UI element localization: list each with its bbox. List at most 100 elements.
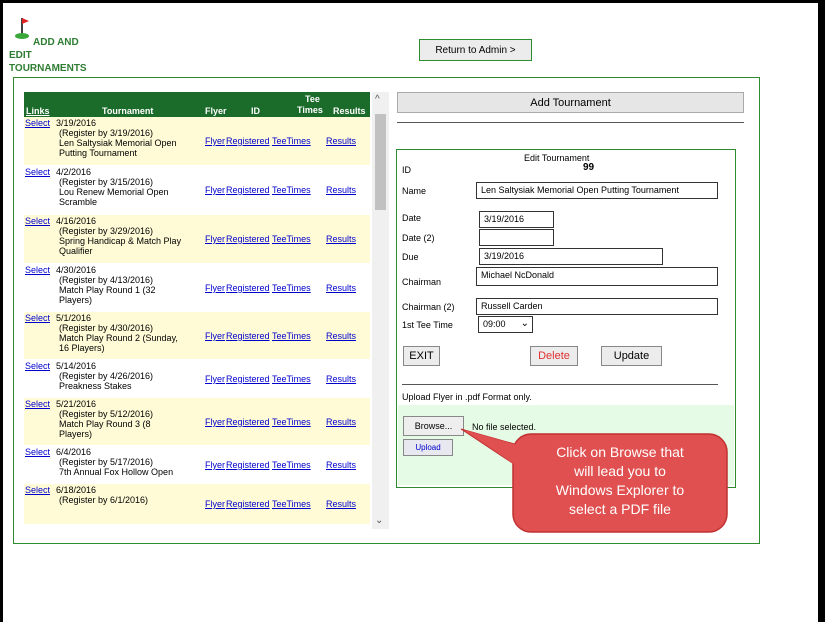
flyer-link[interactable]: Flyer [205, 499, 225, 509]
flyer-link[interactable]: Flyer [205, 185, 225, 195]
col-links[interactable]: Links [26, 106, 50, 116]
registered-link[interactable]: Registered [226, 417, 270, 427]
registered-link[interactable]: Registered [226, 499, 270, 509]
tournament-info: (Register by 6/1/2016) [59, 495, 149, 505]
date-field[interactable]: 3/19/2016 [479, 211, 554, 228]
results-link[interactable]: Results [326, 460, 356, 470]
callout-line: Windows Explorer to [555, 482, 685, 498]
results-link[interactable]: Results [326, 185, 356, 195]
teetimes-link[interactable]: TeeTimes [272, 417, 311, 427]
delete-button[interactable]: Delete [530, 346, 578, 366]
flyer-link[interactable]: Flyer [205, 460, 225, 470]
table-row: Select 5/21/2016 (Register by 5/12/2016) Ma… [24, 398, 370, 446]
id-value: 99 [583, 162, 595, 173]
select-link[interactable]: Select [25, 216, 50, 226]
select-link[interactable]: Select [25, 313, 50, 323]
select-link[interactable]: Select [25, 485, 50, 495]
results-link[interactable]: Results [326, 331, 356, 341]
tournament-info: Qualifier [59, 246, 93, 256]
tournament-info: (Register by 3/19/2016) [59, 128, 154, 138]
flyer-link[interactable]: Flyer [205, 417, 225, 427]
add-tournament-button[interactable]: Add Tournament [397, 92, 744, 113]
teetimes-link[interactable]: TeeTimes [272, 136, 311, 146]
upload-button[interactable]: Upload [403, 439, 453, 456]
teetimes-link[interactable]: TeeTimes [272, 331, 311, 341]
table-row: Select 5/14/2016 (Register by 4/26/2016) Pr… [24, 360, 370, 398]
results-link[interactable]: Results [326, 417, 356, 427]
registered-link[interactable]: Registered [226, 331, 270, 341]
tournament-info: (Register by 3/15/2016) [59, 177, 154, 187]
tee-time-select[interactable]: 09:00 ⌄ [478, 316, 533, 333]
col-id: ID [251, 106, 260, 116]
registered-link[interactable]: Registered [226, 234, 270, 244]
scroll-down-icon[interactable]: ⌄ [375, 515, 383, 526]
grid-body: Select 3/19/2016 (Register by 3/19/2016) Le… [24, 117, 370, 525]
select-link[interactable]: Select [25, 118, 50, 128]
tournament-date: 4/30/2016 [56, 265, 97, 275]
registered-link[interactable]: Registered [226, 185, 270, 195]
date2-label: Date (2) [402, 233, 435, 243]
select-link[interactable]: Select [25, 167, 50, 177]
registered-link[interactable]: Registered [226, 283, 270, 293]
registered-link[interactable]: Registered [226, 460, 270, 470]
tournament-info: Putting Tournament [59, 148, 137, 158]
tournament-info: (Register by 4/26/2016) [59, 371, 154, 381]
tournament-info: 16 Players) [59, 343, 105, 353]
registered-link[interactable]: Registered [226, 374, 270, 384]
flyer-link[interactable]: Flyer [205, 374, 225, 384]
flyer-link[interactable]: Flyer [205, 283, 225, 293]
tournament-info: (Register by 4/13/2016) [59, 275, 154, 285]
date-label: Date [402, 213, 422, 223]
exit-button[interactable]: EXIT [403, 346, 440, 366]
chairman2-field[interactable]: Russell Carden [476, 298, 718, 315]
tournament-date: 5/14/2016 [56, 361, 97, 371]
tee-time-value: 09:00 [483, 319, 506, 329]
select-link[interactable]: Select [25, 361, 50, 371]
chairman-field[interactable]: Michael NcDonald [476, 267, 718, 286]
tournament-date: 5/21/2016 [56, 399, 97, 409]
flyer-link[interactable]: Flyer [205, 234, 225, 244]
teetimes-link[interactable]: TeeTimes [272, 374, 311, 384]
title-line-2: EDIT [9, 50, 32, 61]
tournament-info: (Register by 4/30/2016) [59, 323, 154, 333]
grid-scrollbar[interactable]: ^ ⌄ [372, 92, 389, 529]
divider [397, 122, 744, 123]
frame-right [818, 0, 825, 622]
table-row: Select 3/19/2016 (Register by 3/19/2016) Le… [24, 117, 370, 166]
teetimes-link[interactable]: TeeTimes [272, 185, 311, 195]
table-row: Select 4/30/2016 (Register by 4/13/2016) Ma… [24, 264, 370, 312]
callout-text: Click on Browse that will lead you to Wi… [513, 443, 727, 519]
registered-link[interactable]: Registered [226, 136, 270, 146]
teetimes-link[interactable]: TeeTimes [272, 234, 311, 244]
scroll-thumb[interactable] [375, 114, 386, 210]
flyer-link[interactable]: Flyer [205, 136, 225, 146]
table-row: Select 4/2/2016 (Register by 3/15/2016) Lou… [24, 166, 370, 215]
tournament-info: Scramble [59, 197, 98, 207]
teetimes-link[interactable]: TeeTimes [272, 499, 311, 509]
teetimes-link[interactable]: TeeTimes [272, 460, 311, 470]
select-link[interactable]: Select [25, 399, 50, 409]
tournament-info: Spring Handicap & Match Play [59, 236, 182, 246]
date2-field[interactable] [479, 229, 554, 246]
tournament-info: Preakness Stakes [59, 381, 132, 391]
select-link[interactable]: Select [25, 447, 50, 457]
callout-line: select a PDF file [569, 501, 671, 517]
due-field[interactable]: 3/19/2016 [479, 248, 663, 265]
col-tournament: Tournament [102, 106, 154, 116]
results-link[interactable]: Results [326, 234, 356, 244]
teetimes-link[interactable]: TeeTimes [272, 283, 311, 293]
results-link[interactable]: Results [326, 136, 356, 146]
flyer-link[interactable]: Flyer [205, 331, 225, 341]
tee-time-label: 1st Tee Time [402, 320, 453, 330]
return-to-admin-button[interactable]: Return to Admin > [419, 39, 532, 61]
results-link[interactable]: Results [326, 499, 356, 509]
scroll-up-icon[interactable]: ^ [375, 94, 380, 105]
update-button[interactable]: Update [601, 346, 662, 366]
tournament-date: 5/1/2016 [56, 313, 92, 323]
name-field[interactable]: Len Saltysiak Memorial Open Putting Tour… [476, 182, 718, 199]
col-flyer: Flyer [205, 106, 227, 116]
frame-left [0, 0, 3, 622]
results-link[interactable]: Results [326, 283, 356, 293]
results-link[interactable]: Results [326, 374, 356, 384]
select-link[interactable]: Select [25, 265, 50, 275]
